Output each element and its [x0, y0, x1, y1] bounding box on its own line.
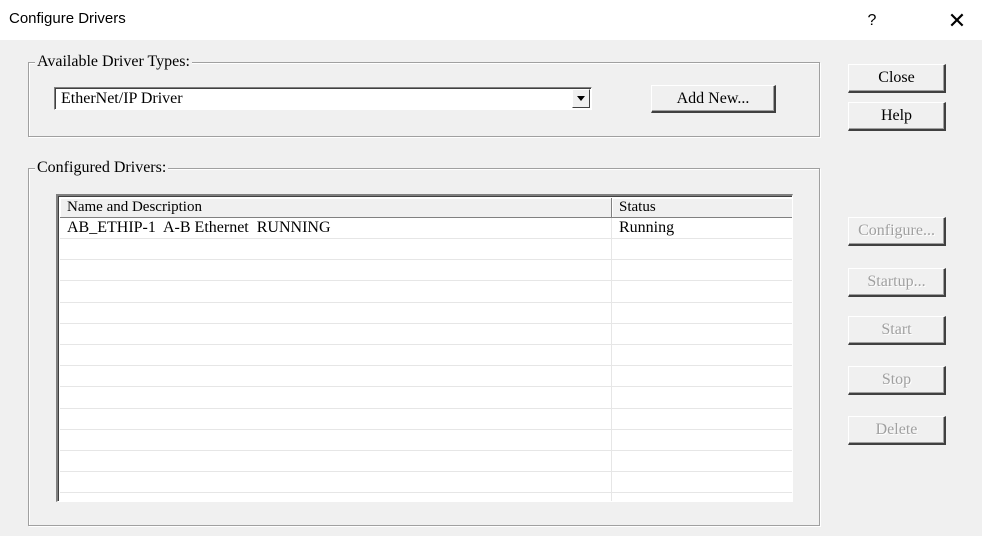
column-header-name[interactable]: Name and Description [60, 198, 612, 218]
empty-table-row[interactable] [60, 409, 792, 430]
configured-drivers-list[interactable]: Name and Description Status AB_ETHIP-1 A… [56, 194, 793, 502]
empty-table-row[interactable] [60, 282, 792, 303]
list-body: AB_ETHIP-1 A-B Ethernet RUNNING Running [60, 218, 792, 501]
empty-table-row[interactable] [60, 345, 792, 366]
available-driver-types-legend: Available Driver Types: [35, 53, 192, 71]
start-button[interactable]: Start [848, 316, 946, 345]
driver-name-cell: AB_ETHIP-1 A-B Ethernet RUNNING [67, 219, 331, 236]
table-row[interactable]: AB_ETHIP-1 A-B Ethernet RUNNING Running [60, 218, 792, 239]
add-new-button[interactable]: Add New... [651, 85, 776, 113]
empty-table-row[interactable] [60, 472, 792, 493]
chevron-down-icon[interactable] [572, 89, 590, 108]
window-title: Configure Drivers [9, 10, 126, 27]
column-header-status[interactable]: Status [612, 198, 792, 218]
configure-button[interactable]: Configure... [848, 217, 946, 246]
configured-drivers-legend: Configured Drivers: [35, 159, 169, 177]
help-icon[interactable]: ? [852, 6, 892, 36]
driver-type-select[interactable]: EtherNet/IP Driver [54, 87, 592, 110]
driver-type-selected-value: EtherNet/IP Driver [61, 90, 183, 107]
empty-table-row[interactable] [60, 430, 792, 451]
empty-table-row[interactable] [60, 260, 792, 281]
close-button[interactable]: Close [848, 64, 946, 93]
empty-table-row[interactable] [60, 388, 792, 409]
help-button[interactable]: Help [848, 102, 946, 131]
title-bar: Configure Drivers ? ✕ [0, 0, 982, 40]
close-icon[interactable]: ✕ [937, 6, 977, 36]
empty-table-row[interactable] [60, 303, 792, 324]
stop-button[interactable]: Stop [848, 366, 946, 395]
delete-button[interactable]: Delete [848, 416, 946, 445]
empty-table-row[interactable] [60, 239, 792, 260]
empty-table-row[interactable] [60, 451, 792, 472]
driver-status-cell: Running [619, 219, 675, 236]
startup-button[interactable]: Startup... [848, 268, 946, 297]
list-header: Name and Description Status [60, 198, 792, 218]
empty-table-row[interactable] [60, 324, 792, 345]
empty-table-row[interactable] [60, 366, 792, 387]
